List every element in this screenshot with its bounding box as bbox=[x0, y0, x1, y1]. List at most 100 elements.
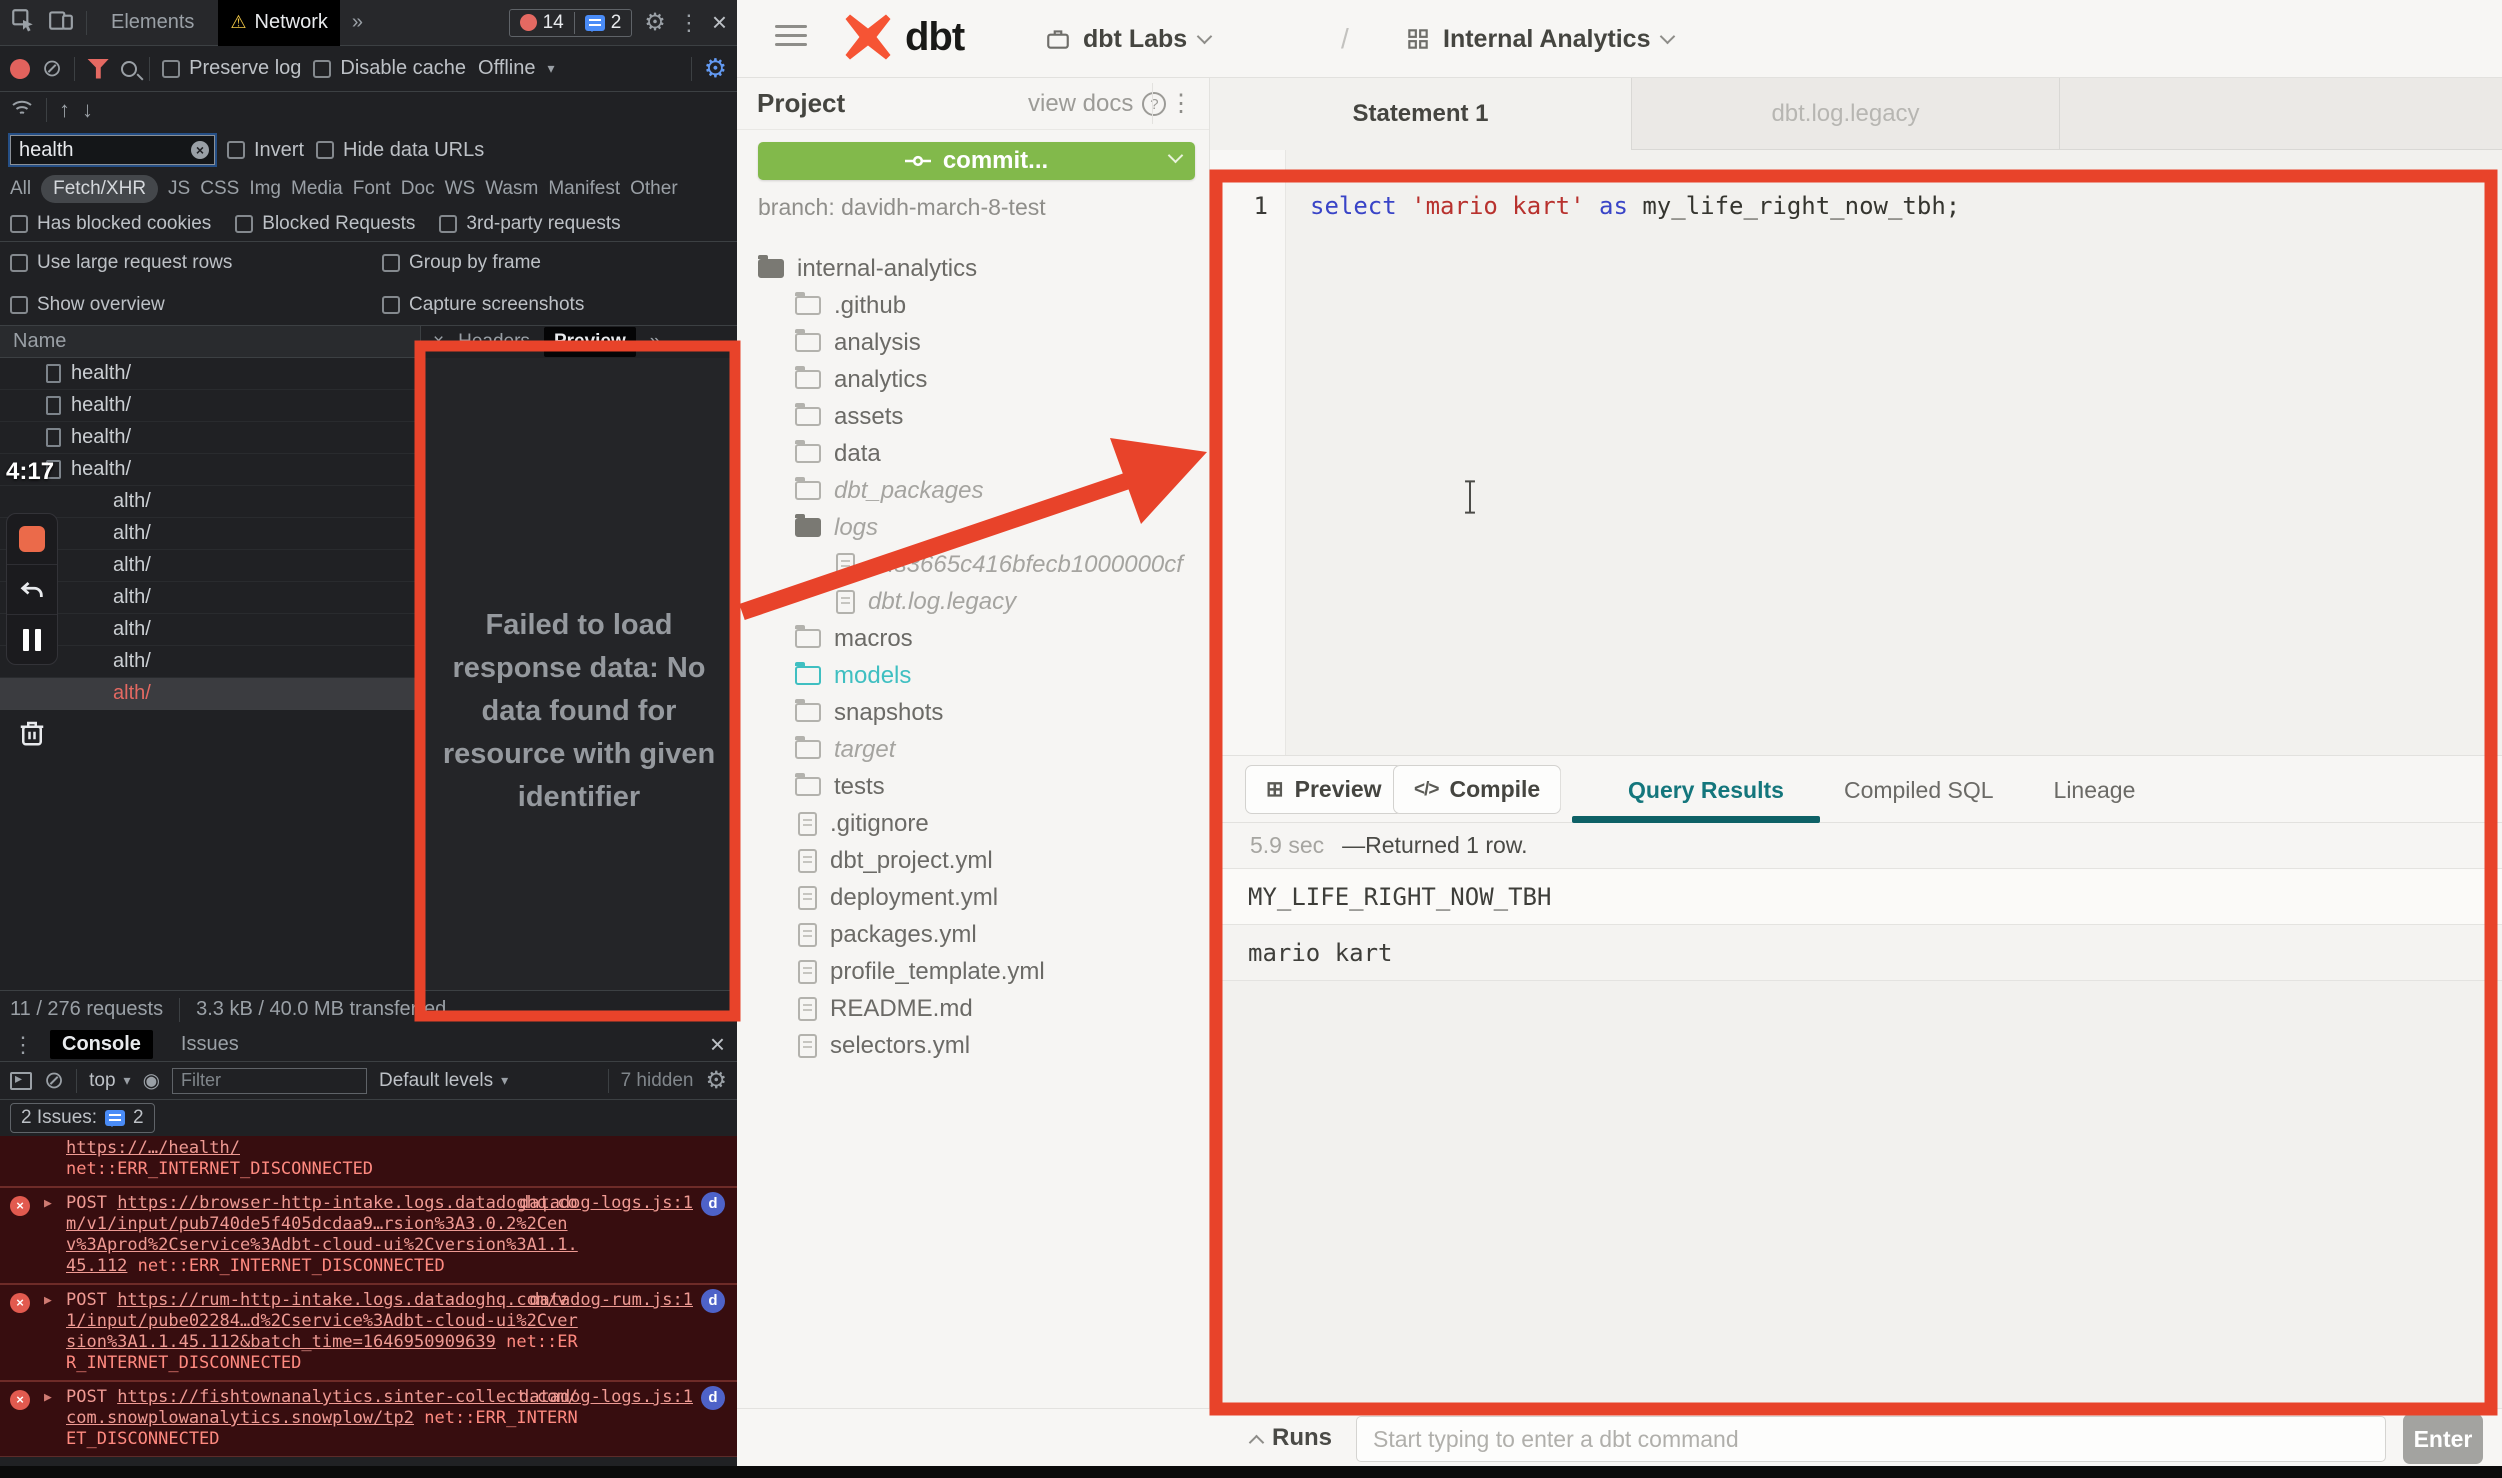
dbt-logo[interactable]: dbt bbox=[841, 10, 964, 64]
filter-chip-font[interactable]: Font bbox=[353, 178, 391, 200]
checkbox-3rd-party-requests[interactable]: 3rd-party requests bbox=[439, 213, 620, 235]
error-source-link[interactable]: datadog-logs.js:1 bbox=[519, 1193, 693, 1214]
stop-recording-button[interactable] bbox=[7, 514, 57, 564]
account-switcher[interactable]: dbt Labs bbox=[1045, 0, 1210, 78]
live-expression-icon[interactable]: ◉ bbox=[143, 1068, 160, 1093]
issues-summary[interactable]: 2 Issues: 2 bbox=[10, 1103, 155, 1133]
checkbox-has-blocked-cookies[interactable]: Has blocked cookies bbox=[10, 213, 211, 235]
expand-icon[interactable]: ▶ bbox=[44, 1290, 52, 1311]
request-row[interactable]: alth/ bbox=[0, 518, 420, 550]
inspect-icon[interactable] bbox=[10, 7, 36, 39]
tree-item-logs[interactable]: logs bbox=[737, 509, 1209, 546]
result-cell[interactable]: mario kart bbox=[1210, 925, 2502, 981]
tree-item-nfs3665c416bfecb1000000cf[interactable]: .nfs3665c416bfecb1000000cf bbox=[737, 546, 1209, 583]
checkbox-blocked-requests[interactable]: Blocked Requests bbox=[235, 213, 415, 235]
tree-item-packages-yml[interactable]: packages.yml bbox=[737, 916, 1209, 953]
device-toolbar-icon[interactable] bbox=[48, 7, 74, 39]
tab-elements[interactable]: Elements bbox=[99, 5, 206, 40]
checkbox-capture-screenshots[interactable]: Capture screenshots bbox=[382, 294, 727, 316]
request-row[interactable]: alth/ bbox=[0, 550, 420, 582]
filter-chip-doc[interactable]: Doc bbox=[401, 178, 435, 200]
request-row[interactable]: alth/ bbox=[0, 678, 420, 710]
sql-editor[interactable]: 1 select 'mario kart' as my_life_right_n… bbox=[1210, 150, 2502, 755]
hamburger-menu-icon[interactable] bbox=[775, 25, 807, 52]
compile-button[interactable]: </> Compile bbox=[1393, 765, 1561, 814]
expand-icon[interactable]: ▶ bbox=[44, 1387, 52, 1408]
tab-lineage[interactable]: Lineage bbox=[2054, 777, 2136, 804]
filter-chip-all[interactable]: All bbox=[10, 178, 31, 200]
invert-checkbox[interactable]: Invert bbox=[227, 139, 304, 162]
checkbox-icon[interactable] bbox=[10, 296, 28, 314]
filter-chip-js[interactable]: JS bbox=[168, 178, 190, 200]
context-selector[interactable]: top ▾ bbox=[89, 1070, 130, 1092]
issue-badges[interactable]: 14 2 bbox=[509, 9, 633, 37]
checkbox-group-by-frame[interactable]: Group by frame bbox=[382, 252, 727, 274]
disable-cache-checkbox[interactable]: Disable cache bbox=[313, 57, 466, 80]
tree-item-snapshots[interactable]: snapshots bbox=[737, 694, 1209, 731]
enter-button[interactable]: Enter bbox=[2403, 1414, 2483, 1464]
clear-icon[interactable]: ⊘ bbox=[42, 54, 62, 83]
delete-recording-button[interactable] bbox=[6, 708, 58, 758]
tab-compiled-sql[interactable]: Compiled SQL bbox=[1844, 777, 1994, 804]
checkbox-icon[interactable] bbox=[235, 215, 253, 233]
commit-button[interactable]: commit... bbox=[758, 142, 1195, 180]
tree-item-dbt-packages[interactable]: dbt_packages bbox=[737, 472, 1209, 509]
filter-chip-media[interactable]: Media bbox=[291, 178, 343, 200]
tree-item-readme-md[interactable]: README.md bbox=[737, 990, 1209, 1027]
import-har-icon[interactable]: ↑ bbox=[59, 97, 70, 123]
name-column-header[interactable]: Name bbox=[0, 326, 420, 358]
tab-query-results[interactable]: Query Results bbox=[1628, 777, 1784, 804]
request-row[interactable]: alth/ bbox=[0, 486, 420, 518]
checkbox-use-large-request-rows[interactable]: Use large request rows bbox=[10, 252, 382, 274]
throttle-signal-icon[interactable] bbox=[10, 95, 34, 125]
request-row[interactable]: health/ bbox=[0, 390, 420, 422]
tree-item-selectors-yml[interactable]: selectors.yml bbox=[737, 1027, 1209, 1064]
checkbox-icon[interactable] bbox=[439, 215, 457, 233]
dropdown-arrow-icon[interactable]: ▾ bbox=[547, 60, 554, 77]
clear-filter-icon[interactable]: × bbox=[191, 141, 209, 159]
request-row[interactable]: health/ bbox=[0, 454, 420, 486]
tree-item-deployment-yml[interactable]: deployment.yml bbox=[737, 879, 1209, 916]
tab-issues[interactable]: Issues bbox=[169, 1030, 251, 1059]
tree-item-target[interactable]: target bbox=[737, 731, 1209, 768]
error-source-link[interactable]: datadog-rum.js:1 bbox=[529, 1290, 693, 1311]
tab-preview[interactable]: Preview bbox=[544, 327, 636, 357]
filter-chip-css[interactable]: CSS bbox=[200, 178, 239, 200]
preview-button[interactable]: ⊞ Preview bbox=[1245, 765, 1403, 814]
record-icon[interactable] bbox=[10, 59, 30, 79]
search-icon[interactable] bbox=[121, 61, 137, 77]
tab-dbt-log-legacy[interactable]: dbt.log.legacy bbox=[1631, 78, 2059, 150]
commit-dropdown-icon[interactable] bbox=[1168, 148, 1184, 164]
close-detail-icon[interactable]: × bbox=[433, 331, 444, 353]
console-kebab-icon[interactable]: ⋮ bbox=[12, 1032, 34, 1058]
network-conditions-gear-icon[interactable]: ⚙ bbox=[704, 53, 727, 84]
filter-chip-other[interactable]: Other bbox=[630, 178, 678, 200]
tree-item-models[interactable]: models bbox=[737, 657, 1209, 694]
network-filter-input[interactable]: health × bbox=[10, 135, 215, 165]
checkbox-icon[interactable] bbox=[10, 215, 28, 233]
console-sidebar-icon[interactable] bbox=[10, 1072, 32, 1090]
filter-chip-ws[interactable]: WS bbox=[445, 178, 476, 200]
more-detail-tabs-icon[interactable]: » bbox=[650, 331, 661, 353]
pause-recording-button[interactable] bbox=[7, 614, 57, 664]
request-row[interactable]: health/ bbox=[0, 358, 420, 390]
restart-recording-button[interactable] bbox=[7, 564, 57, 614]
error-badge[interactable]: 14 bbox=[510, 12, 574, 34]
close-devtools-icon[interactable]: × bbox=[712, 7, 727, 38]
more-tabs-icon[interactable]: » bbox=[352, 11, 363, 34]
filter-chip-wasm[interactable]: Wasm bbox=[485, 178, 538, 200]
tree-item-github[interactable]: .github bbox=[737, 287, 1209, 324]
view-docs-link[interactable]: view docs ? bbox=[1028, 90, 1166, 118]
message-badge[interactable]: 2 bbox=[574, 12, 632, 34]
console-filter-input[interactable] bbox=[172, 1068, 367, 1094]
project-switcher[interactable]: Internal Analytics bbox=[1405, 0, 1673, 78]
project-kebab-icon[interactable]: ⋮ bbox=[1152, 83, 1201, 124]
kebab-menu-icon[interactable]: ⋮ bbox=[678, 10, 700, 36]
checkbox-icon[interactable] bbox=[162, 60, 180, 78]
tree-item-profile-template-yml[interactable]: profile_template.yml bbox=[737, 953, 1209, 990]
tab-statement-1[interactable]: Statement 1 bbox=[1210, 78, 1631, 150]
close-drawer-icon[interactable]: × bbox=[710, 1029, 725, 1060]
expand-icon[interactable]: ▶ bbox=[44, 1193, 52, 1214]
throttling-dropdown[interactable]: Offline bbox=[478, 57, 535, 80]
clear-console-icon[interactable]: ⊘ bbox=[44, 1066, 64, 1095]
